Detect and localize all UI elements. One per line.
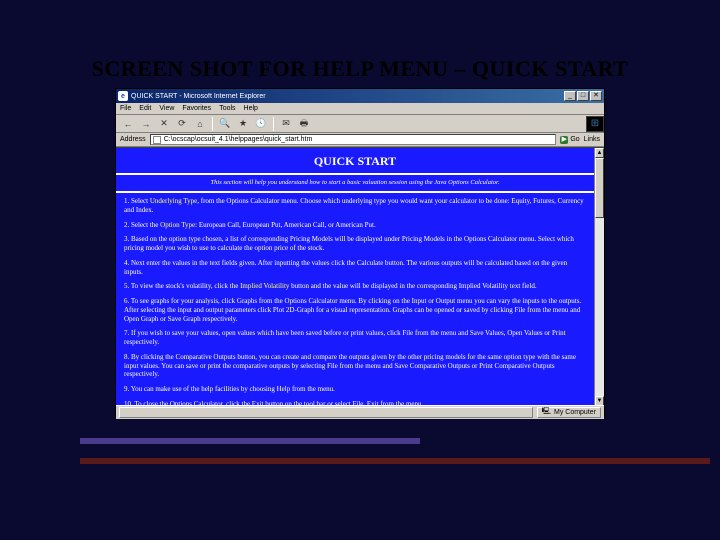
page-title: QUICK START	[116, 148, 594, 175]
item-text: Next enter the values in the text fields…	[124, 259, 567, 276]
scroll-down-button[interactable]: ▼	[595, 396, 604, 405]
decorative-bar-purple	[80, 438, 420, 444]
status-bar: 🖳 My Computer	[116, 405, 604, 419]
toolbar-separator	[273, 117, 274, 131]
page-viewport: QUICK START This section will help you u…	[116, 147, 604, 405]
item-text: To close the Options Calculator, click t…	[134, 400, 423, 405]
browser-window: e QUICK START - Microsoft Internet Explo…	[115, 88, 605, 418]
list-item: To close the Options Calculator, click t…	[124, 400, 586, 405]
search-button[interactable]: 🔍	[217, 117, 233, 131]
status-text	[119, 407, 533, 418]
item-text: To see graphs for your analysis, click G…	[124, 297, 581, 323]
item-text: button and the value will be displayed i…	[289, 282, 536, 290]
menu-view[interactable]: View	[159, 105, 174, 112]
go-label: Go	[570, 136, 579, 143]
history-button[interactable]: 🕓	[253, 117, 269, 131]
toolbar-separator	[212, 117, 213, 131]
list-item: You can make use of the help facilities …	[124, 385, 586, 394]
ie-icon: e	[118, 91, 128, 101]
links-label[interactable]: Links	[584, 136, 600, 143]
page-intro: This section will help you understand ho…	[116, 175, 594, 193]
maximize-button[interactable]: □	[577, 91, 589, 101]
list-item: Next enter the values in the text fields…	[124, 259, 586, 277]
quick-start-list: Select Underlying Type, from the Options…	[116, 193, 594, 405]
window-title: QUICK START - Microsoft Internet Explore…	[131, 93, 563, 100]
page-content: QUICK START This section will help you u…	[116, 148, 594, 405]
item-text: By clicking the Comparative Outputs butt…	[124, 353, 576, 379]
menu-edit[interactable]: Edit	[139, 105, 151, 112]
scroll-track[interactable]	[595, 218, 604, 396]
list-item: If you wish to save your values, open va…	[124, 329, 586, 347]
item-text: To view the stock's volatility, click th…	[131, 282, 240, 290]
list-item: To see graphs for your analysis, click G…	[124, 297, 586, 323]
close-button[interactable]: ✕	[590, 91, 602, 101]
list-item: Select Underlying Type, from the Options…	[124, 197, 586, 215]
home-button[interactable]: ⌂	[192, 117, 208, 131]
address-input[interactable]: C:\ocscap\ocsuit_4.1\helppages\quick_sta…	[150, 134, 557, 145]
computer-icon: 🖳	[542, 407, 551, 418]
address-bar: Address C:\ocscap\ocsuit_4.1\helppages\q…	[116, 133, 604, 147]
menubar: File Edit View Favorites Tools Help	[116, 103, 604, 115]
help-link[interactable]: Implied Volatility	[240, 282, 289, 290]
page-icon	[153, 136, 161, 144]
item-text: Select the	[131, 221, 160, 229]
address-label: Address	[120, 136, 146, 143]
scroll-up-button[interactable]: ▲	[595, 148, 604, 158]
item-text: You can make use of the help facilities …	[131, 385, 335, 393]
item-text: If you wish to save your values, open va…	[124, 329, 566, 346]
vertical-scrollbar[interactable]: ▲ ▼	[594, 148, 604, 405]
throbber-icon: ⊞	[586, 116, 604, 132]
status-zone: 🖳 My Computer	[537, 407, 601, 418]
go-icon: ▶	[560, 136, 568, 144]
forward-button[interactable]: →	[138, 117, 154, 131]
decorative-bar-red	[80, 458, 710, 464]
print-button[interactable]: 🖶	[296, 117, 312, 131]
mail-button[interactable]: ✉	[278, 117, 294, 131]
refresh-button[interactable]: ⟳	[174, 117, 190, 131]
help-link[interactable]: Underlying Type	[150, 197, 197, 205]
slide-title: SCREEN SHOT FOR HELP MENU – QUICK START	[0, 56, 720, 82]
status-zone-label: My Computer	[554, 409, 596, 416]
address-value: C:\ocscap\ocsuit_4.1\helppages\quick_sta…	[164, 136, 313, 143]
menu-favorites[interactable]: Favorites	[182, 105, 211, 112]
menu-file[interactable]: File	[120, 105, 131, 112]
scroll-thumb[interactable]	[595, 158, 604, 218]
list-item: Based on the option type chosen, a list …	[124, 235, 586, 253]
menu-tools[interactable]: Tools	[219, 105, 235, 112]
titlebar: e QUICK START - Microsoft Internet Explo…	[116, 89, 604, 103]
go-button[interactable]: ▶ Go	[560, 136, 579, 144]
list-item: Select the Option Type: European Call, E…	[124, 221, 586, 230]
back-button[interactable]: ←	[120, 117, 136, 131]
help-link[interactable]: Option Type	[160, 221, 195, 229]
list-item: By clicking the Comparative Outputs butt…	[124, 353, 586, 379]
item-text: : European Call, European Put, American …	[195, 221, 376, 229]
minimize-button[interactable]: _	[564, 91, 576, 101]
item-text: Select	[131, 197, 150, 205]
menu-help[interactable]: Help	[244, 105, 258, 112]
item-text: Based on the option type chosen, a list …	[124, 235, 574, 252]
stop-button[interactable]: ✕	[156, 117, 172, 131]
list-item: To view the stock's volatility, click th…	[124, 282, 586, 291]
favorites-button[interactable]: ★	[235, 117, 251, 131]
toolbar: ← → ✕ ⟳ ⌂ 🔍 ★ 🕓 ✉ 🖶 ⊞	[116, 115, 604, 133]
